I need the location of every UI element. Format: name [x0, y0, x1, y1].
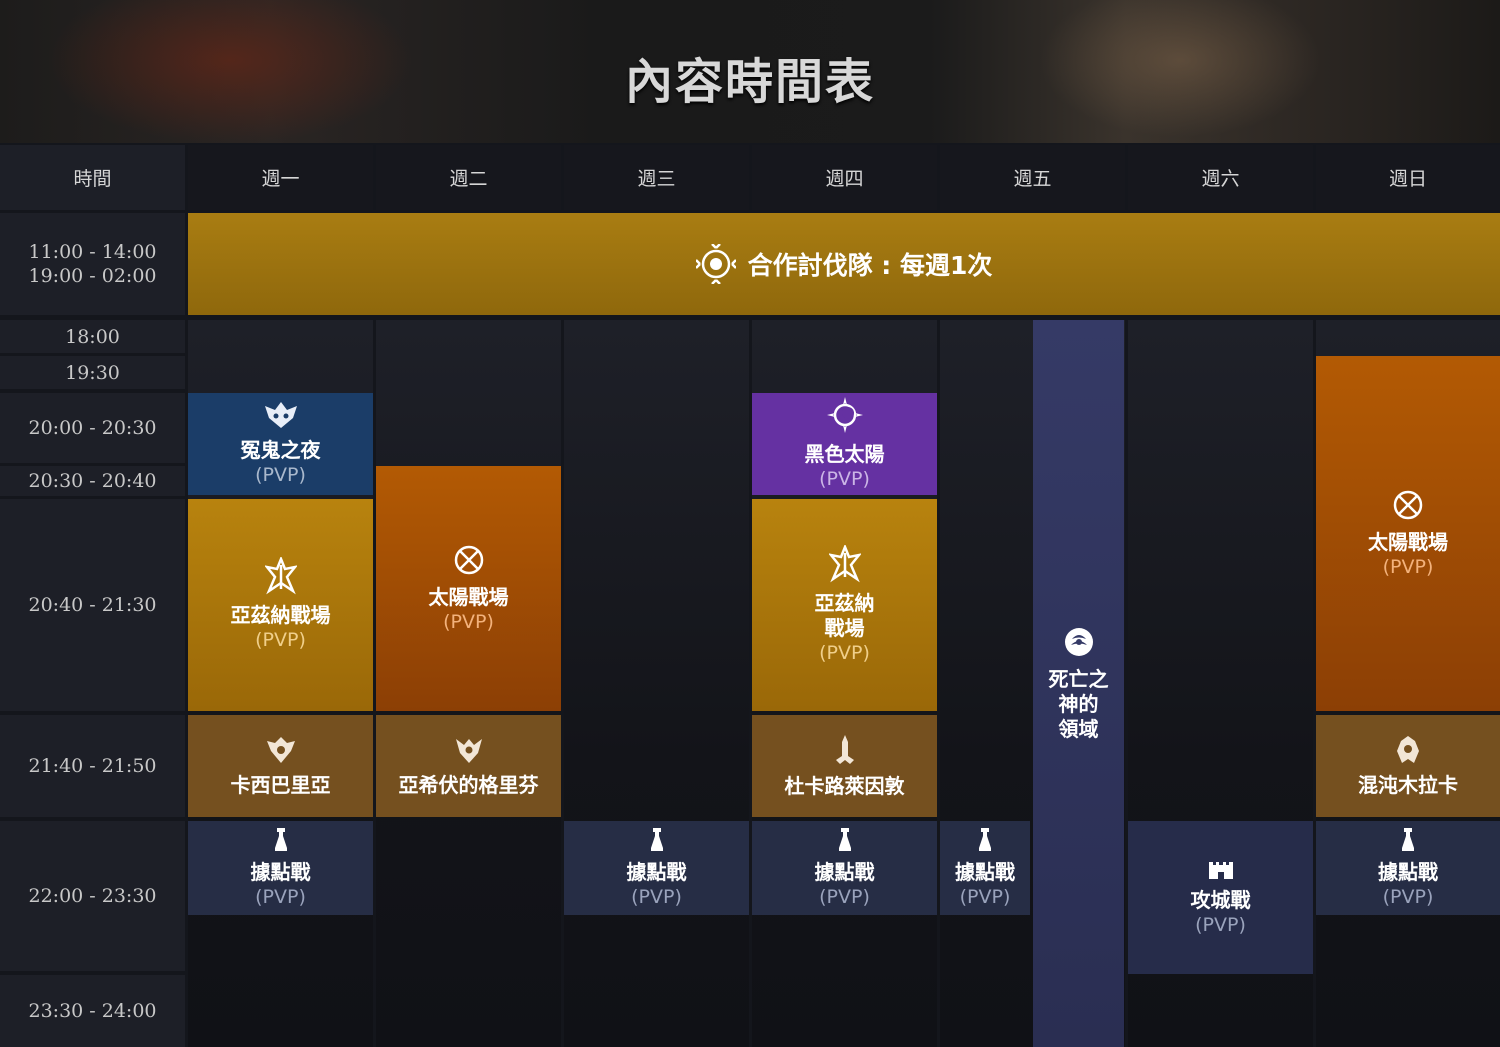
raid-emblem-icon	[695, 244, 736, 284]
time-cell-2000: 20:00 - 20:30	[0, 393, 185, 463]
event-stronghold-wed[interactable]: 據點戰 (PVP)	[564, 821, 749, 915]
wraith-mask-icon	[264, 402, 297, 428]
event-dukaru[interactable]: 杜卡路萊因敦	[752, 715, 937, 817]
event-name-line1: 亞茲納	[814, 590, 875, 615]
event-griffin[interactable]: 亞希伏的格里芬	[376, 715, 561, 817]
event-name: 杜卡路萊因敦	[784, 773, 905, 798]
event-name: 太陽戰場	[428, 584, 509, 609]
event-kasibaria[interactable]: 卡西巴里亞	[188, 715, 373, 817]
event-name: 混沌木拉卡	[1358, 772, 1458, 797]
pvp-tag: (PVP)	[959, 886, 1011, 908]
event-stronghold-thu[interactable]: 據點戰 (PVP)	[752, 821, 937, 915]
day-header-mon: 週一	[188, 145, 373, 210]
time-cell-2030: 20:30 - 20:40	[0, 466, 185, 496]
kasibaria-crest-icon	[266, 736, 295, 763]
event-name-line1: 死亡之	[1048, 667, 1109, 691]
time-cell-2330: 23:30 - 24:00	[0, 975, 185, 1047]
chaos-helm-icon	[1397, 735, 1419, 763]
event-chaos-mulaka[interactable]: 混沌木拉卡	[1316, 715, 1500, 817]
event-sun-battlefield-sun[interactable]: 太陽戰場 (PVP)	[1316, 356, 1500, 711]
event-name: 卡西巴里亞	[230, 772, 331, 797]
event-reaper-domain[interactable]: 死亡之 神的 領域	[1033, 320, 1124, 1047]
day-header-wed: 週三	[564, 145, 749, 210]
day-header-thu: 週四	[752, 145, 937, 210]
day-column-wed	[564, 320, 749, 1047]
event-name: 亞茲納戰場	[230, 603, 331, 627]
event-name: 亞希伏的格里芬	[398, 772, 539, 797]
page-title: 內容時間表	[624, 54, 875, 110]
event-name: 據點戰	[1378, 860, 1438, 884]
black-sun-icon	[826, 397, 863, 433]
pvp-tag: (PVP)	[443, 610, 494, 633]
pvp-tag: (PVP)	[1195, 913, 1246, 936]
day-header-tue: 週二	[376, 145, 561, 210]
day-header-sun: 週日	[1316, 145, 1500, 210]
event-name: 據點戰	[814, 860, 875, 884]
event-name: 據點戰	[955, 860, 1015, 884]
event-name-line2: 戰場	[824, 615, 865, 640]
event-wraith-night[interactable]: 冤鬼之夜 (PVP)	[188, 393, 373, 495]
event-name-line3: 領域	[1058, 717, 1099, 741]
reaper-rose-icon	[1064, 628, 1093, 656]
time-cell-1930: 19:30	[0, 356, 185, 389]
time-column-header: 時間	[0, 145, 185, 210]
pvp-tag: (PVP)	[255, 629, 306, 651]
event-sun-battlefield-tue[interactable]: 太陽戰場 (PVP)	[376, 466, 561, 711]
azena-crest-icon	[828, 544, 861, 582]
time-coop-1: 11:00 - 14:00	[28, 241, 157, 263]
day-header-sat: 週六	[1128, 145, 1313, 210]
event-black-sun[interactable]: 黑色太陽 (PVP)	[752, 393, 937, 495]
stronghold-pawn-icon	[838, 828, 851, 851]
event-name: 太陽戰場	[1368, 529, 1448, 554]
pvp-tag: (PVP)	[819, 468, 870, 490]
pvp-tag: (PVP)	[819, 641, 870, 664]
event-siege-sat[interactable]: 攻城戰 (PVP)	[1128, 821, 1313, 974]
event-stronghold-sun[interactable]: 據點戰 (PVP)	[1316, 821, 1500, 915]
pvp-tag: (PVP)	[255, 464, 306, 486]
pvp-tag: (PVP)	[1382, 886, 1434, 908]
time-cell-2200: 22:00 - 23:30	[0, 821, 185, 971]
sun-battlefield-icon	[454, 545, 483, 574]
day-header-fri: 週五	[940, 145, 1125, 210]
stronghold-pawn-icon	[274, 828, 287, 851]
event-name: 攻城戰	[1190, 887, 1251, 912]
event-name: 據點戰	[626, 860, 687, 884]
time-cell-coop: 11:00 - 14:00 19:00 - 02:00	[0, 213, 185, 315]
time-cell-1800: 18:00	[0, 320, 185, 353]
castle-icon	[1208, 861, 1233, 879]
stronghold-pawn-icon	[650, 828, 663, 851]
pvp-tag: (PVP)	[255, 886, 306, 908]
griffin-crest-icon	[455, 738, 482, 763]
azena-crest-icon	[264, 557, 297, 595]
coop-raid-bar[interactable]: 合作討伐隊 : 每週1次	[188, 213, 1500, 315]
event-name: 據點戰	[250, 860, 311, 884]
pvp-tag: (PVP)	[1382, 555, 1434, 578]
coop-raid-label: 合作討伐隊 : 每週1次	[747, 251, 993, 280]
time-cell-2040: 20:40 - 21:30	[0, 499, 185, 711]
stronghold-pawn-icon	[1402, 828, 1414, 851]
time-coop-2: 19:00 - 02:00	[28, 265, 157, 287]
event-name: 冤鬼之夜	[240, 438, 321, 462]
time-cell-2140: 21:40 - 21:50	[0, 715, 185, 817]
pvp-tag: (PVP)	[631, 886, 682, 908]
event-stronghold-mon[interactable]: 據點戰 (PVP)	[188, 821, 373, 915]
stronghold-pawn-icon	[979, 828, 991, 851]
event-azena-battlefield-mon[interactable]: 亞茲納戰場 (PVP)	[188, 499, 373, 711]
dukaru-sword-icon	[835, 734, 854, 764]
event-azena-battlefield-thu[interactable]: 亞茲納 戰場 (PVP)	[752, 499, 937, 711]
event-stronghold-fri[interactable]: 據點戰 (PVP)	[940, 821, 1030, 915]
event-name-line2: 神的	[1058, 692, 1099, 716]
event-name: 黑色太陽	[804, 442, 885, 466]
sun-battlefield-icon	[1393, 490, 1423, 519]
pvp-tag: (PVP)	[819, 886, 870, 908]
